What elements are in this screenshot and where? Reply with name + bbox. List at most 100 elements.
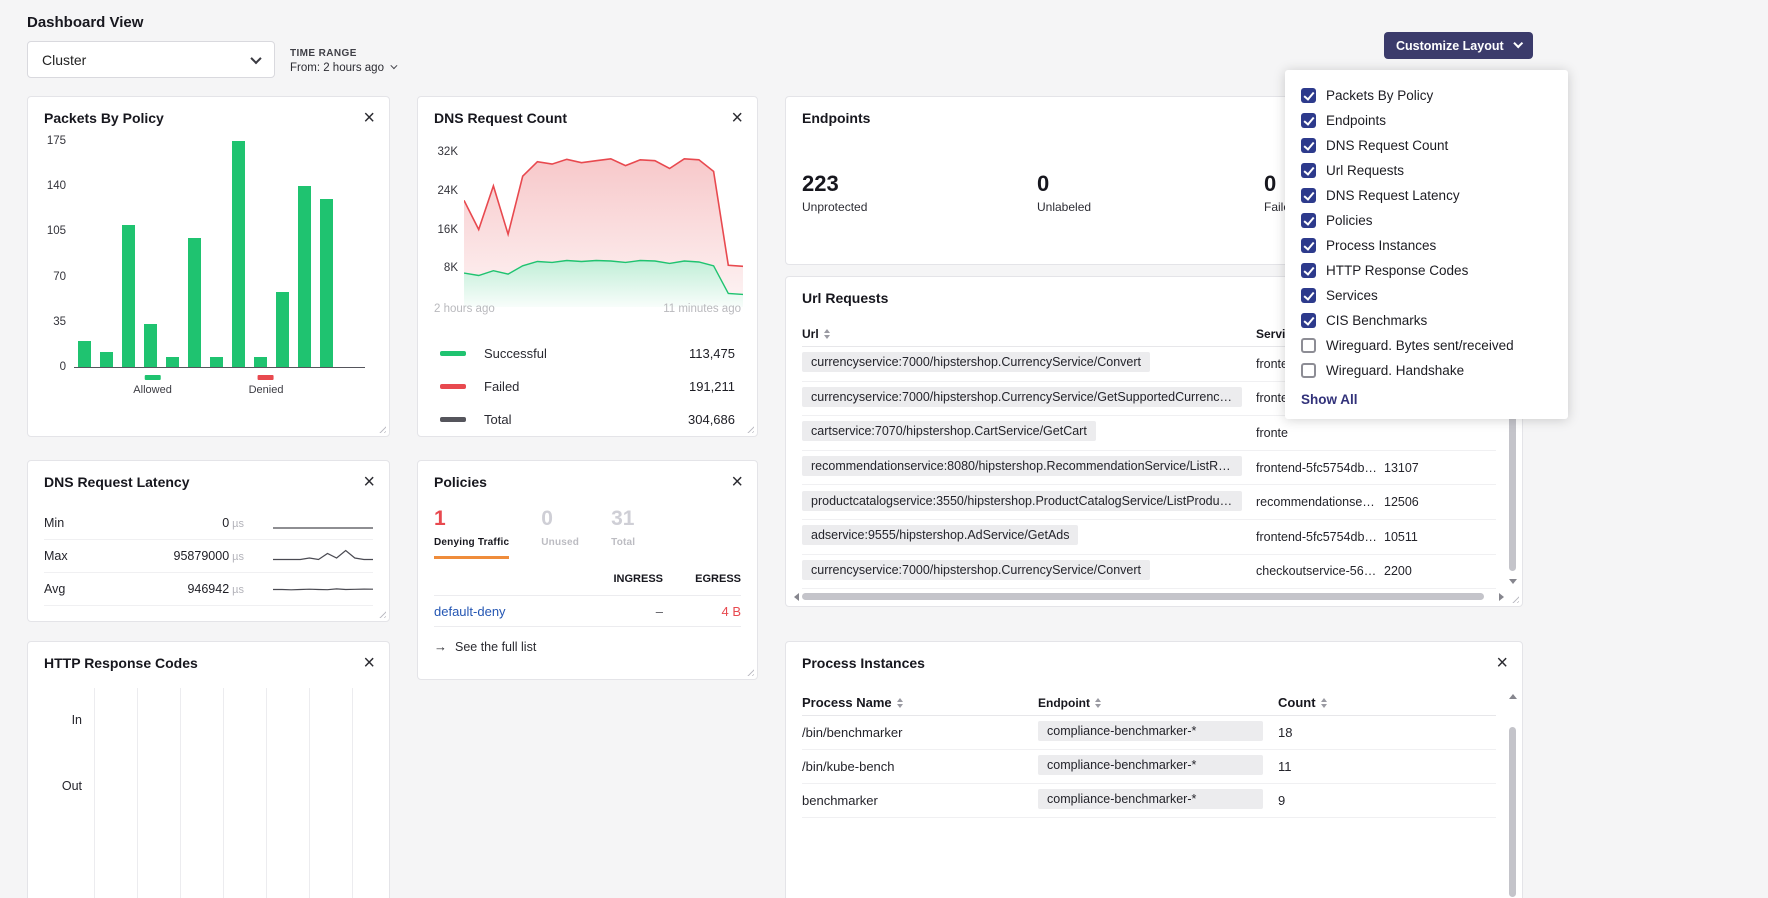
checkbox-checked-icon[interactable] bbox=[1301, 188, 1316, 203]
category-swatch bbox=[145, 375, 161, 380]
heatmap-grid bbox=[88, 688, 377, 898]
see-full-list-link[interactable]: → See the full list bbox=[434, 639, 536, 654]
menu-item-label: Url Requests bbox=[1326, 163, 1404, 178]
menu-item-label: Wireguard. Handshake bbox=[1326, 363, 1464, 378]
column-header-endpoint[interactable]: Endpoint bbox=[1038, 696, 1278, 710]
url-chip: productcatalogservice:3550/hipstershop.P… bbox=[802, 491, 1242, 511]
cluster-view-select[interactable]: Cluster bbox=[27, 41, 275, 78]
checkbox-checked-icon[interactable] bbox=[1301, 88, 1316, 103]
count-cell: 2200 bbox=[1384, 564, 1496, 578]
menu-item-services[interactable]: Services bbox=[1285, 283, 1568, 308]
checkbox-checked-icon[interactable] bbox=[1301, 263, 1316, 278]
legend-value: 304,686 bbox=[688, 412, 735, 427]
y-tick-label: 70 bbox=[53, 271, 66, 283]
close-icon[interactable]: × bbox=[731, 110, 743, 126]
menu-item-wireguard-handshake[interactable]: Wireguard. Handshake bbox=[1285, 358, 1568, 383]
column-label: Url bbox=[802, 327, 819, 341]
policies-tab-unused[interactable]: 0 Unused bbox=[541, 507, 579, 548]
legend-row-total: Total304,686 bbox=[418, 403, 757, 436]
menu-item-label: Services bbox=[1326, 288, 1378, 303]
menu-item-policies[interactable]: Policies bbox=[1285, 208, 1568, 233]
count-cell: 10511 bbox=[1384, 530, 1496, 544]
legend-name: Failed bbox=[484, 379, 519, 394]
count-cell: 12506 bbox=[1384, 495, 1496, 509]
menu-item-dns-request-count[interactable]: DNS Request Count bbox=[1285, 133, 1568, 158]
url-chip: recommendationservice:8080/hipstershop.R… bbox=[802, 456, 1242, 476]
close-icon[interactable]: × bbox=[363, 110, 375, 126]
checkbox-unchecked-icon[interactable] bbox=[1301, 338, 1316, 353]
scroll-right-arrow[interactable] bbox=[1499, 593, 1504, 601]
card-policies: Policies × 1 Denying Traffic 0 Unused 31… bbox=[417, 460, 758, 680]
vertical-scrollbar[interactable] bbox=[1508, 694, 1517, 898]
endpoints-stat-unprotected: 223 Unprotected bbox=[802, 171, 1037, 214]
endpoint-chip: compliance-benchmarker-* bbox=[1038, 755, 1263, 775]
category-denied: Denied bbox=[249, 375, 284, 396]
url-chip: currencyservice:7000/hipstershop.Currenc… bbox=[802, 560, 1150, 580]
menu-item-label: Endpoints bbox=[1326, 113, 1386, 128]
column-header-count[interactable]: Count bbox=[1278, 695, 1496, 710]
show-all-link[interactable]: Show All bbox=[1285, 383, 1568, 407]
resize-handle[interactable] bbox=[1510, 594, 1519, 603]
checkbox-checked-icon[interactable] bbox=[1301, 113, 1316, 128]
card-title: Endpoints bbox=[802, 110, 870, 126]
resize-handle[interactable] bbox=[377, 609, 386, 618]
url-chip: cartservice:7070/hipstershop.CartService… bbox=[802, 421, 1096, 441]
url-cell: currencyservice:7000/hipstershop.Currenc… bbox=[802, 560, 1256, 583]
resize-handle[interactable] bbox=[377, 424, 386, 433]
url-table-row: recommendationservice:8080/hipstershop.R… bbox=[802, 451, 1496, 486]
latency-label: Max bbox=[44, 549, 114, 563]
policy-name-link[interactable]: default-deny bbox=[434, 604, 506, 619]
category-label: Denied bbox=[249, 384, 284, 396]
checkbox-checked-icon[interactable] bbox=[1301, 313, 1316, 328]
menu-item-packets-by-policy[interactable]: Packets By Policy bbox=[1285, 83, 1568, 108]
close-icon[interactable]: × bbox=[363, 655, 375, 671]
menu-item-url-requests[interactable]: Url Requests bbox=[1285, 158, 1568, 183]
menu-item-http-response-codes[interactable]: HTTP Response Codes bbox=[1285, 258, 1568, 283]
latency-unit: µs bbox=[232, 518, 244, 530]
menu-item-cis-benchmarks[interactable]: CIS Benchmarks bbox=[1285, 308, 1568, 333]
x-axis-label-start: 2 hours ago bbox=[434, 303, 495, 315]
url-cell: currencyservice:7000/hipstershop.Currenc… bbox=[802, 352, 1256, 375]
close-icon[interactable]: × bbox=[731, 474, 743, 490]
close-icon[interactable]: × bbox=[363, 474, 375, 490]
checkbox-checked-icon[interactable] bbox=[1301, 288, 1316, 303]
latency-number: 946942 bbox=[187, 582, 229, 596]
card-http-response-codes: HTTP Response Codes × In Out bbox=[27, 641, 390, 898]
endpoints-stat-unlabeled: 0 Unlabeled bbox=[1037, 171, 1264, 214]
menu-item-wireguard-bytes-sent-received[interactable]: Wireguard. Bytes sent/received bbox=[1285, 333, 1568, 358]
close-icon[interactable]: × bbox=[1496, 655, 1508, 671]
process-name-cell: benchmarker bbox=[802, 793, 1038, 808]
horizontal-scrollbar[interactable] bbox=[794, 592, 1504, 601]
customize-layout-button[interactable]: Customize Layout bbox=[1384, 32, 1533, 59]
menu-item-label: Policies bbox=[1326, 213, 1373, 228]
scroll-left-arrow[interactable] bbox=[794, 593, 799, 601]
url-cell: currencyservice:7000/hipstershop.Currenc… bbox=[802, 387, 1256, 410]
checkbox-checked-icon[interactable] bbox=[1301, 213, 1316, 228]
gridline bbox=[223, 688, 224, 898]
card-packets-by-policy: Packets By Policy × 17514010570350 Allow… bbox=[27, 96, 390, 437]
checkbox-checked-icon[interactable] bbox=[1301, 238, 1316, 253]
gridline bbox=[309, 688, 310, 898]
scroll-down-arrow[interactable] bbox=[1509, 579, 1517, 584]
bar bbox=[78, 341, 91, 367]
policies-tab-denying-traffic[interactable]: 1 Denying Traffic bbox=[434, 507, 509, 559]
time-range-value[interactable]: From: 2 hours ago bbox=[290, 62, 395, 74]
menu-item-process-instances[interactable]: Process Instances bbox=[1285, 233, 1568, 258]
checkbox-unchecked-icon[interactable] bbox=[1301, 363, 1316, 378]
checkbox-checked-icon[interactable] bbox=[1301, 138, 1316, 153]
checkbox-checked-icon[interactable] bbox=[1301, 163, 1316, 178]
category-swatch bbox=[258, 375, 274, 380]
resize-handle[interactable] bbox=[745, 667, 754, 676]
latency-value: 946942µs bbox=[114, 582, 244, 596]
column-header-url[interactable]: Url bbox=[802, 327, 1256, 341]
menu-item-label: DNS Request Latency bbox=[1326, 188, 1460, 203]
url-chip: adservice:9555/hipstershop.AdService/Get… bbox=[802, 525, 1078, 545]
column-label: Count bbox=[1278, 695, 1316, 710]
menu-item-endpoints[interactable]: Endpoints bbox=[1285, 108, 1568, 133]
y-tick-label: 32K bbox=[428, 146, 458, 158]
policies-tab-total[interactable]: 31 Total bbox=[611, 507, 635, 548]
bar bbox=[298, 186, 311, 367]
sparkline bbox=[273, 579, 373, 599]
column-header-process-name[interactable]: Process Name bbox=[802, 695, 1038, 710]
menu-item-dns-request-latency[interactable]: DNS Request Latency bbox=[1285, 183, 1568, 208]
